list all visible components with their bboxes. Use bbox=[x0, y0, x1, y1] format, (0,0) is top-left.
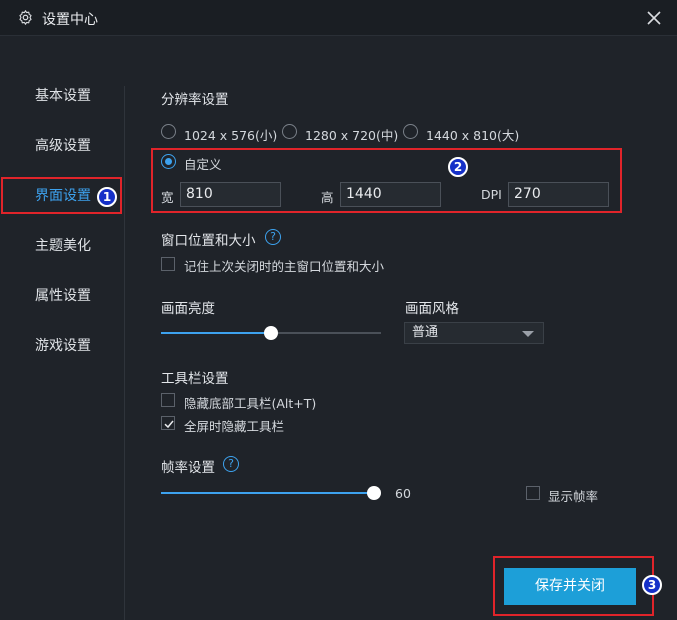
dpi-label: DPI bbox=[481, 187, 502, 202]
brightness-heading: 画面亮度 bbox=[161, 301, 215, 317]
sidebar-divider bbox=[124, 86, 125, 620]
resolution-heading: 分辨率设置 bbox=[161, 92, 229, 108]
fullscreen-hide-toolbar-checkbox[interactable] bbox=[161, 416, 175, 430]
framerate-heading: 帧率设置 bbox=[161, 460, 215, 476]
annotation-badge-3: 3 bbox=[642, 575, 662, 595]
show-fps-checkbox[interactable] bbox=[526, 486, 540, 500]
resolution-option-medium-label: 1280 x 720(中) bbox=[305, 128, 399, 143]
window-title: 设置中心 bbox=[42, 12, 98, 28]
width-label: 宽 bbox=[161, 190, 174, 205]
title-bar: 设置中心 bbox=[0, 0, 677, 36]
sidebar-item-properties[interactable]: 属性设置 bbox=[0, 278, 124, 314]
help-icon[interactable]: ? bbox=[265, 229, 281, 245]
show-fps-label: 显示帧率 bbox=[548, 489, 599, 504]
width-input[interactable]: 810 bbox=[180, 182, 281, 207]
brightness-slider-fill bbox=[161, 332, 271, 334]
resolution-radio-custom[interactable] bbox=[161, 154, 176, 169]
resolution-option-large-label: 1440 x 810(大) bbox=[426, 128, 520, 143]
checkmark-icon bbox=[164, 420, 174, 429]
brightness-slider-thumb[interactable] bbox=[264, 326, 278, 340]
height-label: 高 bbox=[321, 190, 334, 205]
remember-window-label: 记住上次关闭时的主窗口位置和大小 bbox=[184, 259, 385, 274]
sidebar: 基本设置 高级设置 界面设置 主题美化 属性设置 游戏设置 bbox=[0, 36, 126, 620]
resolution-radio-large[interactable] bbox=[403, 124, 418, 139]
style-select-value: 普通 bbox=[412, 325, 439, 340]
annotation-badge-1: 1 bbox=[97, 187, 117, 207]
framerate-value: 60 bbox=[395, 486, 411, 501]
style-select[interactable]: 普通 bbox=[404, 322, 544, 344]
sidebar-item-game[interactable]: 游戏设置 bbox=[0, 328, 124, 364]
settings-gear-icon bbox=[19, 10, 32, 25]
dpi-input[interactable]: 270 bbox=[508, 182, 609, 207]
fullscreen-hide-toolbar-label: 全屏时隐藏工具栏 bbox=[184, 419, 285, 434]
annotation-badge-2: 2 bbox=[448, 157, 468, 177]
sidebar-item-advanced[interactable]: 高级设置 bbox=[0, 128, 124, 164]
close-icon[interactable] bbox=[640, 4, 668, 32]
framerate-slider-track[interactable] bbox=[161, 492, 381, 494]
framerate-slider-thumb[interactable] bbox=[367, 486, 381, 500]
hide-bottom-toolbar-label: 隐藏底部工具栏(Alt+T) bbox=[184, 396, 317, 411]
framerate-help-icon[interactable]: ? bbox=[223, 456, 239, 472]
sidebar-item-theme[interactable]: 主题美化 bbox=[0, 228, 124, 264]
sidebar-item-basic[interactable]: 基本设置 bbox=[0, 78, 124, 114]
resolution-radio-small[interactable] bbox=[161, 124, 176, 139]
framerate-slider-fill bbox=[161, 492, 374, 494]
height-input[interactable]: 1440 bbox=[340, 182, 441, 207]
window-position-heading: 窗口位置和大小 bbox=[161, 233, 256, 249]
remember-window-checkbox[interactable] bbox=[161, 257, 175, 271]
chevron-down-icon bbox=[522, 331, 534, 337]
resolution-radio-medium[interactable] bbox=[282, 124, 297, 139]
save-and-close-button[interactable]: 保存并关闭 bbox=[504, 568, 636, 605]
resolution-option-small-label: 1024 x 576(小) bbox=[184, 128, 278, 143]
hide-bottom-toolbar-checkbox[interactable] bbox=[161, 393, 175, 407]
resolution-custom-label: 自定义 bbox=[184, 157, 222, 172]
toolbar-heading: 工具栏设置 bbox=[161, 371, 229, 387]
style-heading: 画面风格 bbox=[405, 301, 459, 317]
